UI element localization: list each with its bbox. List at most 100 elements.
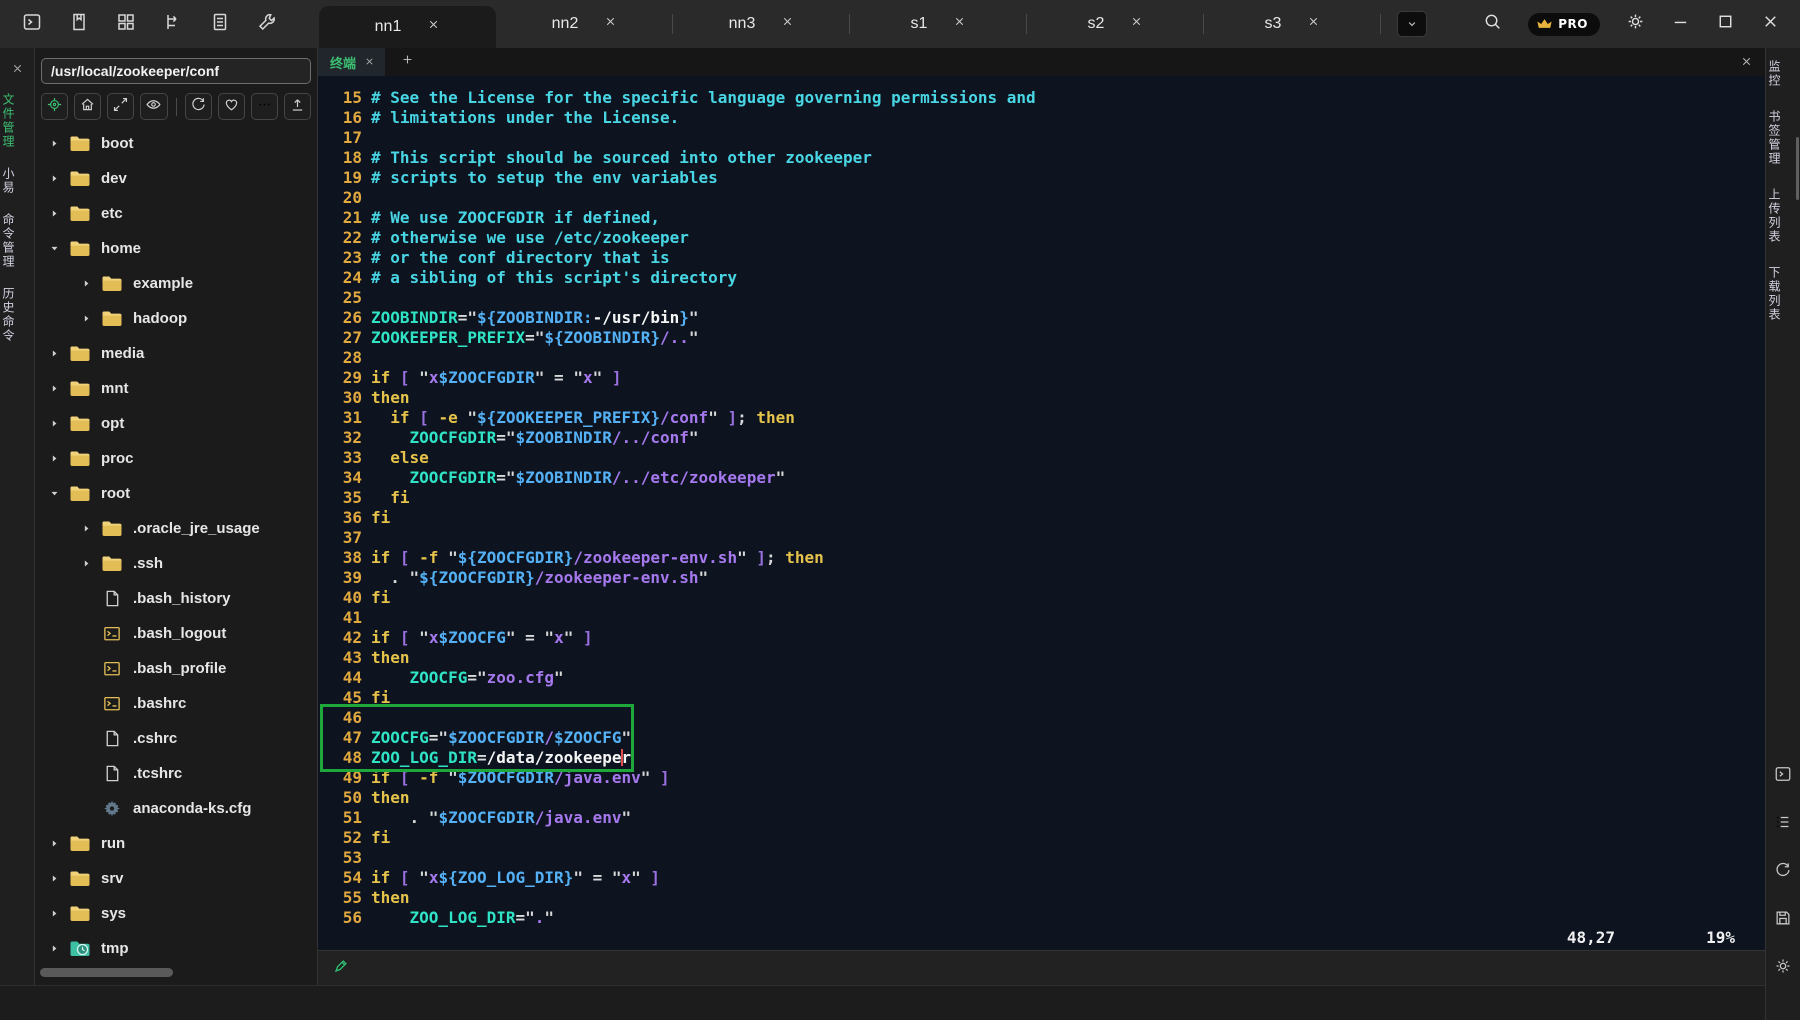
fit-button[interactable]	[107, 93, 134, 120]
horizontal-scrollbar[interactable]	[40, 968, 173, 977]
tab-close-icon[interactable]	[1307, 15, 1320, 33]
home-button[interactable]	[74, 93, 101, 120]
tree-item-.cshrc[interactable]: .cshrc	[35, 721, 317, 756]
view-button[interactable]	[140, 93, 167, 120]
tree-item-anaconda-ks.cfg[interactable]: anaconda-ks.cfg	[35, 791, 317, 826]
tab-close-icon[interactable]	[1130, 15, 1143, 33]
vim-editor[interactable]: 15# See the License for the specific lan…	[318, 76, 1765, 950]
tree-item-etc[interactable]: etc	[35, 196, 317, 231]
chevron-right-icon[interactable]	[47, 208, 61, 219]
highlighter-pen-icon[interactable]	[332, 957, 350, 980]
tab-s2[interactable]: s2	[1027, 0, 1204, 48]
sidebar-label-4[interactable]: 历史命令	[0, 287, 34, 343]
tree-item-hadoop[interactable]: hadoop	[35, 301, 317, 336]
editor-close-icon[interactable]	[1740, 55, 1753, 73]
chevron-right-icon[interactable]	[47, 138, 61, 149]
tree-item-home[interactable]: home	[35, 231, 317, 266]
search-icon[interactable]	[1483, 12, 1502, 36]
tree-item-boot[interactable]: boot	[35, 126, 317, 161]
new-session-icon[interactable]	[69, 12, 89, 37]
tab-list-dropdown-button[interactable]	[1397, 11, 1427, 37]
chevron-right-icon[interactable]	[47, 873, 61, 884]
terminal-tab-close-icon[interactable]	[364, 55, 375, 70]
tab-close-icon[interactable]	[604, 15, 617, 33]
chevron-right-icon[interactable]	[79, 558, 93, 569]
tree-item-example[interactable]: example	[35, 266, 317, 301]
tree-item-.bash_profile[interactable]: .bash_profile	[35, 651, 317, 686]
task-list-icon[interactable]	[1774, 813, 1792, 836]
code-line-16: 16# limitations under the License.	[318, 108, 1765, 128]
chevron-right-icon[interactable]	[47, 348, 61, 359]
tab-nn3[interactable]: nn3	[673, 0, 850, 48]
chevron-right-icon[interactable]	[79, 313, 93, 324]
chevron-down-icon[interactable]	[47, 243, 61, 254]
sidebar-label-2[interactable]: 小易	[0, 167, 34, 195]
close-icon[interactable]	[1761, 12, 1780, 36]
tab-s1[interactable]: s1	[850, 0, 1027, 48]
tree-item-sys[interactable]: sys	[35, 896, 317, 931]
tools-icon[interactable]	[257, 12, 277, 37]
chevron-right-icon[interactable]	[47, 838, 61, 849]
tree-item-.bash_logout[interactable]: .bash_logout	[35, 616, 317, 651]
upload-button[interactable]	[284, 93, 311, 120]
tree-item-dev[interactable]: dev	[35, 161, 317, 196]
terminal-window-icon[interactable]	[22, 12, 42, 37]
tree-item-.bash_history[interactable]: .bash_history	[35, 581, 317, 616]
more-button[interactable]	[251, 93, 278, 120]
panel-close-icon[interactable]	[0, 48, 34, 75]
chevron-right-icon[interactable]	[47, 173, 61, 184]
tab-close-icon[interactable]	[427, 18, 440, 36]
locate-button[interactable]	[41, 93, 68, 120]
tab-nn1[interactable]: nn1	[319, 6, 496, 48]
minimize-icon[interactable]	[1671, 12, 1690, 36]
tab-close-icon[interactable]	[781, 15, 794, 33]
sidebar-label-3[interactable]: 命令管理	[0, 213, 34, 269]
tree-item-.tcshrc[interactable]: .tcshrc	[35, 756, 317, 791]
sidebar-label-1[interactable]: 文件管理	[0, 93, 34, 149]
chevron-down-icon[interactable]	[47, 488, 61, 499]
vertical-scrollbar[interactable]	[1796, 137, 1799, 200]
tree-item-proc[interactable]: proc	[35, 441, 317, 476]
tree-item-.bashrc[interactable]: .bashrc	[35, 686, 317, 721]
path-input[interactable]: /usr/local/zookeeper/conf	[41, 58, 311, 84]
server-list-icon[interactable]	[210, 12, 230, 37]
tree-item-opt[interactable]: opt	[35, 406, 317, 441]
tab-close-icon[interactable]	[953, 15, 966, 33]
session-tree-icon[interactable]	[163, 12, 183, 37]
save-icon[interactable]	[1774, 909, 1792, 932]
refresh-icon[interactable]	[1774, 861, 1792, 884]
maximize-icon[interactable]	[1716, 12, 1735, 36]
layout-icon[interactable]	[116, 12, 136, 37]
right-sidebar-label-3[interactable]: 上传列表	[1766, 188, 1800, 244]
chevron-right-icon[interactable]	[47, 418, 61, 429]
chevron-right-icon[interactable]	[79, 523, 93, 534]
settings-icon[interactable]	[1774, 957, 1792, 980]
right-sidebar-label-4[interactable]: 下载列表	[1766, 266, 1800, 322]
chevron-right-icon[interactable]	[47, 383, 61, 394]
terminal-window-icon[interactable]	[1774, 765, 1792, 788]
code-line-17: 17	[318, 128, 1765, 148]
favorite-button[interactable]	[218, 93, 245, 120]
tree-item-srv[interactable]: srv	[35, 861, 317, 896]
chevron-right-icon[interactable]	[47, 943, 61, 954]
right-sidebar-label-2[interactable]: 书签管理	[1766, 110, 1800, 166]
new-terminal-icon[interactable]	[401, 53, 414, 71]
tab-s3[interactable]: s3	[1204, 0, 1381, 48]
refresh-button[interactable]	[185, 93, 212, 120]
pro-badge[interactable]: PRO	[1528, 13, 1600, 36]
settings-gear-icon[interactable]	[1626, 12, 1645, 36]
tab-nn2[interactable]: nn2	[496, 0, 673, 48]
tree-item-run[interactable]: run	[35, 826, 317, 861]
tree-item-.oracle_jre_usage[interactable]: .oracle_jre_usage	[35, 511, 317, 546]
chevron-right-icon[interactable]	[79, 278, 93, 289]
tree-item-.ssh[interactable]: .ssh	[35, 546, 317, 581]
folder-icon	[101, 554, 123, 573]
tree-item-media[interactable]: media	[35, 336, 317, 371]
tree-item-root[interactable]: root	[35, 476, 317, 511]
terminal-tab[interactable]: 终端	[318, 48, 385, 76]
chevron-right-icon[interactable]	[47, 908, 61, 919]
tree-item-mnt[interactable]: mnt	[35, 371, 317, 406]
chevron-right-icon[interactable]	[47, 453, 61, 464]
right-sidebar-label-1[interactable]: 监控	[1766, 60, 1800, 88]
tree-item-tmp[interactable]: tmp	[35, 931, 317, 966]
